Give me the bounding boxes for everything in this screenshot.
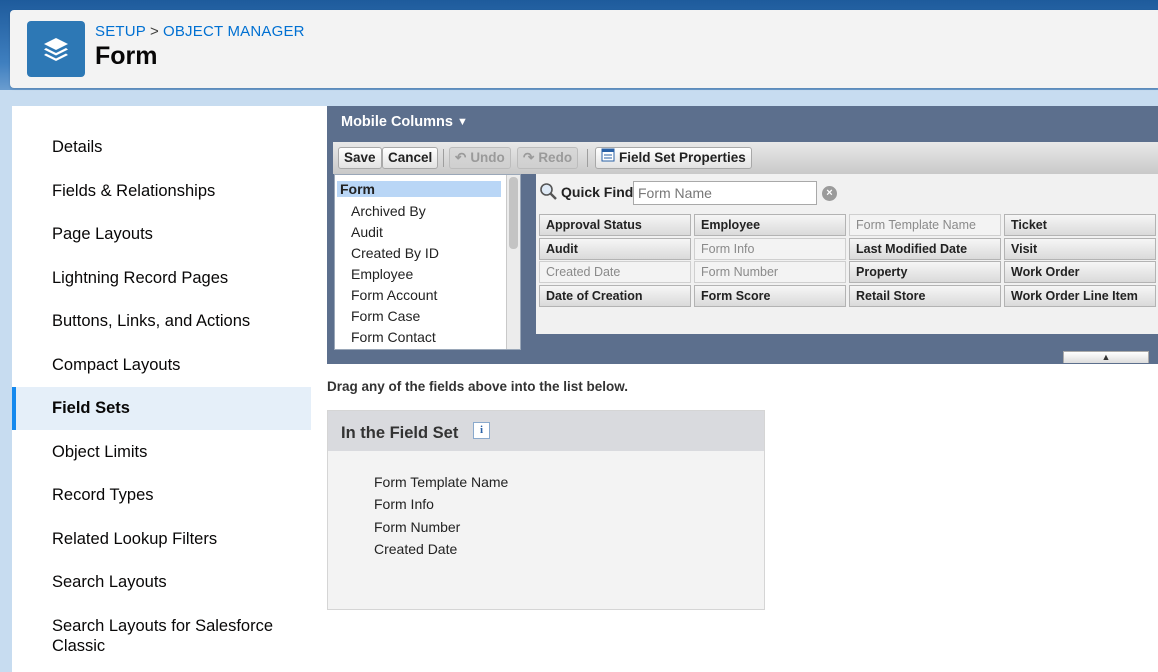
field-chip[interactable]: Retail Store [849, 285, 1001, 307]
toolbar-divider [587, 149, 588, 167]
list-item[interactable]: Archived By [351, 203, 426, 219]
field-chip[interactable]: Form Score [694, 285, 846, 307]
breadcrumb-object-manager-link[interactable]: OBJECT MANAGER [163, 23, 305, 40]
search-icon [540, 183, 557, 200]
field-chip[interactable]: Employee [694, 214, 846, 236]
undo-icon: ↶ [455, 150, 467, 165]
save-button[interactable]: Save [338, 147, 382, 169]
field-chip-used[interactable]: Form Template Name [849, 214, 1001, 236]
chevron-down-icon: ▼ [456, 116, 468, 129]
object-field-list[interactable]: Form Archived By Audit Created By ID Emp… [334, 174, 521, 350]
field-chip-used[interactable]: Form Number [694, 261, 846, 283]
field-set-properties-button[interactable]: Field Set Properties [595, 147, 752, 169]
main-content: Mobile Columns ▼ Save Cancel ↶ Undo ↷ Redo [311, 106, 1158, 672]
field-set-editor: Mobile Columns ▼ Save Cancel ↶ Undo ↷ Redo [327, 106, 1158, 364]
sidebar-item-page-layouts[interactable]: Page Layouts [12, 224, 311, 244]
field-chip-used[interactable]: Form Info [694, 238, 846, 260]
field-set-item[interactable]: Form Number [374, 519, 460, 535]
field-palette: Quick Find × Approval Status Employee Fo… [536, 174, 1158, 334]
collapse-palette-toggle[interactable]: ▲ [1063, 351, 1149, 363]
sidebar-item-search-layouts[interactable]: Search Layouts [12, 572, 311, 592]
field-set-title: In the Field Set [341, 424, 459, 442]
redo-button[interactable]: ↷ Redo [517, 147, 579, 169]
redo-icon: ↷ [523, 150, 535, 165]
editor-toolbar: Save Cancel ↶Undo ↷Redo Field Set Prop [333, 142, 1158, 174]
quick-find-input[interactable] [633, 181, 817, 205]
field-chip[interactable]: Audit [539, 238, 691, 260]
sidebar-item-fields-relationships[interactable]: Fields & Relationships [12, 181, 311, 201]
field-chip[interactable]: Work Order [1004, 261, 1156, 283]
breadcrumb-separator: > [150, 23, 159, 40]
breadcrumb: SETUP > OBJECT MANAGER [95, 23, 305, 40]
cancel-button[interactable]: Cancel [382, 147, 439, 169]
field-set-item[interactable]: Created Date [374, 541, 457, 557]
toolbar-divider [443, 149, 444, 167]
field-set-item[interactable]: Form Info [374, 496, 434, 512]
list-header[interactable]: Form [337, 181, 501, 197]
scrollbar-thumb[interactable] [509, 177, 518, 249]
list-item[interactable]: Form Case [351, 308, 420, 324]
sidebar-item-related-lookup-filters[interactable]: Related Lookup Filters [12, 529, 311, 549]
chevron-up-icon: ▲ [1101, 352, 1111, 362]
list-item[interactable]: Audit [351, 224, 383, 240]
field-chip[interactable]: Date of Creation [539, 285, 691, 307]
field-chip[interactable]: Work Order Line Item [1004, 285, 1156, 307]
field-set-header: In the Field Set i [328, 411, 764, 451]
drag-hint-text: Drag any of the fields above into the li… [327, 379, 629, 394]
sidebar: Details Fields & Relationships Page Layo… [12, 106, 311, 672]
field-chip[interactable]: Last Modified Date [849, 238, 1001, 260]
field-set-item[interactable]: Form Template Name [374, 474, 508, 490]
undo-button[interactable]: ↶ Undo [449, 147, 511, 169]
sidebar-item-compact-layouts[interactable]: Compact Layouts [12, 355, 311, 375]
sidebar-item-lightning-record-pages[interactable]: Lightning Record Pages [12, 268, 311, 288]
page-header: SETUP > OBJECT MANAGER Form [10, 10, 1158, 88]
layers-icon [27, 21, 85, 77]
field-chip[interactable]: Property [849, 261, 1001, 283]
field-set-dropzone[interactable]: In the Field Set i Form Template Name Fo… [327, 410, 765, 610]
field-chip[interactable]: Visit [1004, 238, 1156, 260]
list-item[interactable]: Employee [351, 266, 413, 282]
sidebar-item-field-sets[interactable]: Field Sets [12, 387, 311, 430]
list-item[interactable]: Form Contact [351, 329, 436, 345]
quick-find: Quick Find [539, 182, 633, 201]
clear-icon[interactable]: × [822, 186, 837, 201]
sidebar-item-buttons-links-actions[interactable]: Buttons, Links, and Actions [12, 311, 311, 331]
quick-find-label: Quick Find [561, 183, 634, 200]
list-item[interactable]: Created By ID [351, 245, 439, 261]
info-icon[interactable]: i [473, 422, 490, 439]
field-chip[interactable]: Approval Status [539, 214, 691, 236]
page-title: Form [95, 42, 158, 70]
sidebar-item-search-layouts-classic[interactable]: Search Layouts for Salesforce Classic [12, 616, 292, 656]
field-set-properties-label: Field Set Properties [619, 150, 746, 165]
breadcrumb-setup-link[interactable]: SETUP [95, 23, 146, 40]
mobile-columns-label: Mobile Columns [341, 114, 453, 130]
undo-label: Undo [470, 150, 505, 165]
sidebar-item-details[interactable]: Details [12, 137, 311, 157]
mobile-columns-menu[interactable]: Mobile Columns ▼ [341, 114, 468, 130]
field-chip[interactable]: Ticket [1004, 214, 1156, 236]
redo-label: Redo [538, 150, 573, 165]
sidebar-item-object-limits[interactable]: Object Limits [12, 442, 311, 462]
list-scrollbar[interactable] [506, 175, 520, 349]
field-chip-used[interactable]: Created Date [539, 261, 691, 283]
properties-icon [601, 148, 615, 168]
sidebar-item-record-types[interactable]: Record Types [12, 485, 311, 505]
list-item[interactable]: Form Account [351, 287, 437, 303]
